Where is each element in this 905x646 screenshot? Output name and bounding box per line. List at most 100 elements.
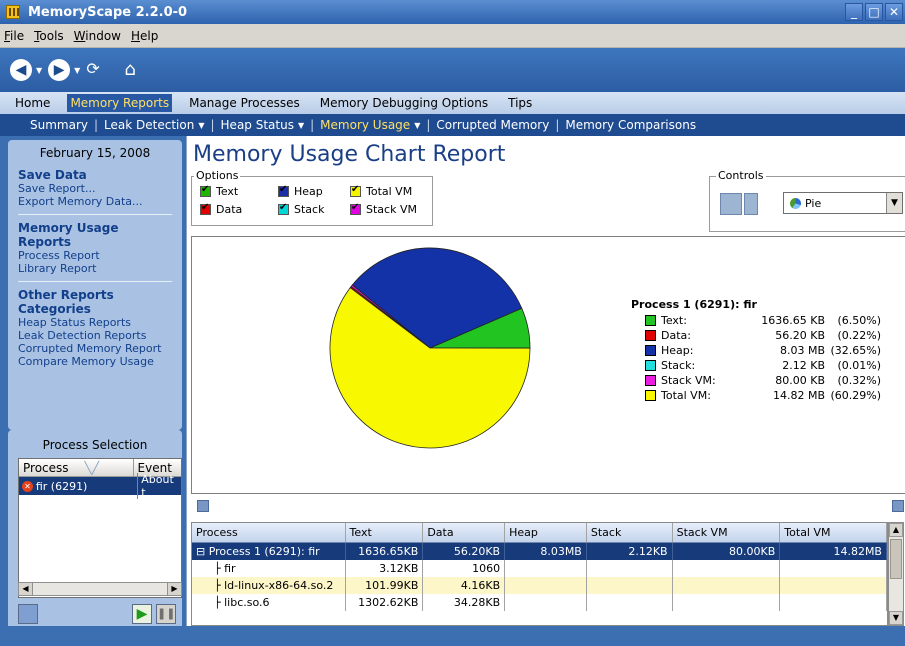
zoom-dropdown-icon[interactable] <box>744 193 758 215</box>
chevron-down-icon[interactable]: ▼ <box>886 193 902 213</box>
total-vm-checkbox[interactable] <box>350 184 361 197</box>
tab-manage-processes[interactable]: Manage Processes <box>186 94 303 112</box>
export-memory-data-link[interactable]: Export Memory Data... <box>18 195 172 208</box>
scroll-right-icon[interactable]: ▶ <box>167 583 181 595</box>
table-cell: 56.20KB <box>423 543 506 560</box>
toolbar: ◀ ▼ ▶ ▼ ⟳ ⌂ <box>0 48 905 92</box>
tab-home[interactable]: Home <box>12 94 53 112</box>
zoom-icon[interactable] <box>720 193 742 215</box>
table-cell: ⊟ Process 1 (6291): fir <box>192 543 346 560</box>
table-cell: 2.12KB <box>587 543 673 560</box>
tab-tips[interactable]: Tips <box>505 94 535 112</box>
subnav-memory-usage[interactable]: Memory Usage <box>320 118 410 132</box>
column-header-stack-vm[interactable]: Stack VM <box>673 523 781 542</box>
menu-help[interactable]: Help <box>131 29 158 43</box>
save-report-link[interactable]: Save Report... <box>18 182 172 195</box>
table-row[interactable]: ├ libc.so.6 1302.62KB 34.28KB <box>192 594 887 611</box>
table-row[interactable]: ├ ld-linux-x86-64.so.2 101.99KB 4.16KB <box>192 577 887 594</box>
chart-legend-title: Process 1 (6291): fir <box>631 298 757 311</box>
column-header-process[interactable]: Process <box>192 523 346 542</box>
table-row[interactable]: ⊟ Process 1 (6291): fir 1636.65KB 56.20KB 8… <box>192 543 887 560</box>
col-process-header[interactable]: Process ╲╱ <box>19 459 134 476</box>
maximize-button[interactable]: □ <box>865 3 883 21</box>
chart-type-select[interactable]: Pie ▼ <box>783 192 903 214</box>
subnav-corrupted-memory[interactable]: Corrupted Memory <box>436 118 549 132</box>
back-dropdown-icon[interactable]: ▼ <box>36 66 42 75</box>
column-header-total-vm[interactable]: Total VM <box>780 523 887 542</box>
home-icon[interactable]: ⌂ <box>124 59 148 81</box>
scroll-thumb[interactable] <box>890 539 902 579</box>
collapse-right-icon[interactable] <box>892 500 904 512</box>
table-cell: 4.16KB <box>423 577 506 594</box>
play-icon[interactable]: ▶ <box>132 604 152 624</box>
collapse-left-icon[interactable] <box>197 500 209 512</box>
column-header-stack[interactable]: Stack <box>587 523 673 542</box>
scroll-left-icon[interactable]: ◀ <box>19 583 33 595</box>
process-report-link[interactable]: Process Report <box>18 249 172 262</box>
leak-detection-reports-link[interactable]: Leak Detection Reports <box>18 329 172 342</box>
page-title: Memory Usage Chart Report <box>193 142 506 167</box>
refresh-icon[interactable]: ⟳ <box>86 59 110 81</box>
table-cell: 1060 <box>423 560 506 577</box>
table-cell: 3.12KB <box>346 560 424 577</box>
back-icon[interactable]: ◀ <box>10 59 32 81</box>
data-checkbox[interactable] <box>200 202 211 215</box>
menu-tools[interactable]: Tools <box>34 29 64 43</box>
process-row[interactable]: ✕ fir (6291) About t <box>19 473 181 499</box>
scroll-down-icon[interactable]: ▼ <box>889 611 903 625</box>
process-settings-icon[interactable] <box>18 604 38 624</box>
dropdown-icon[interactable]: ▼ <box>198 121 204 130</box>
subnav-leak-detection[interactable]: Leak Detection <box>104 118 194 132</box>
option-heap[interactable]: Heap <box>278 184 323 198</box>
table-cell <box>587 560 673 577</box>
table-row[interactable]: ├ fir 3.12KB 1060 <box>192 560 887 577</box>
menu-window[interactable]: Window <box>74 29 121 43</box>
other-reports-heading: Other Reports Categories <box>18 288 114 316</box>
subnav-summary[interactable]: Summary <box>30 118 88 132</box>
option-total-vm[interactable]: Total VM <box>350 184 412 198</box>
legend-swatch <box>645 330 656 341</box>
legend-percent: (0.22%) <box>837 329 881 342</box>
dropdown-icon[interactable]: ▼ <box>298 121 304 130</box>
option-data[interactable]: Data <box>200 202 242 216</box>
legend-percent: (32.65%) <box>830 344 881 357</box>
forward-dropdown-icon[interactable]: ▼ <box>74 66 80 75</box>
subnav-heap-status[interactable]: Heap Status <box>221 118 294 132</box>
horizontal-scrollbar[interactable]: ◀ ▶ <box>18 582 182 596</box>
column-header-data[interactable]: Data <box>423 523 506 542</box>
option-stack-vm[interactable]: Stack VM <box>350 202 417 216</box>
tab-memory-debugging-options[interactable]: Memory Debugging Options <box>317 94 491 112</box>
legend-label: Stack: <box>661 359 696 372</box>
minimize-button[interactable]: _ <box>845 3 863 21</box>
option-stack[interactable]: Stack <box>278 202 324 216</box>
heap-status-reports-link[interactable]: Heap Status Reports <box>18 316 172 329</box>
corrupted-memory-report-link[interactable]: Corrupted Memory Report <box>18 342 172 355</box>
legend-swatch <box>645 315 656 326</box>
legend-label: Stack VM: <box>661 374 716 387</box>
pause-icon[interactable]: ❚❚ <box>156 604 176 624</box>
table-cell <box>780 594 887 611</box>
compare-memory-usage-link[interactable]: Compare Memory Usage <box>18 355 172 368</box>
status-bar <box>0 626 905 646</box>
forward-icon[interactable]: ▶ <box>48 59 71 81</box>
legend-label: Text: <box>661 314 687 327</box>
tab-memory-reports[interactable]: Memory Reports <box>67 94 173 112</box>
legend-swatch <box>645 390 656 401</box>
column-header-heap[interactable]: Heap <box>505 523 587 542</box>
table-cell: ├ ld-linux-x86-64.so.2 <box>192 577 346 594</box>
stack-checkbox[interactable] <box>278 202 289 215</box>
stack-vm-checkbox[interactable] <box>350 202 361 215</box>
vertical-scrollbar[interactable]: ▲ ▼ <box>888 522 904 626</box>
text-checkbox[interactable] <box>200 184 211 197</box>
column-header-text[interactable]: Text <box>346 523 424 542</box>
scroll-up-icon[interactable]: ▲ <box>889 523 903 537</box>
option-text[interactable]: Text <box>200 184 238 198</box>
heap-checkbox[interactable] <box>278 184 289 197</box>
error-icon: ✕ <box>22 480 33 492</box>
menu-file[interactable]: File <box>4 29 24 43</box>
close-button[interactable]: ✕ <box>885 3 903 21</box>
library-report-link[interactable]: Library Report <box>18 262 172 275</box>
subnav-memory-comparisons[interactable]: Memory Comparisons <box>565 118 696 132</box>
dropdown-icon[interactable]: ▼ <box>414 121 420 130</box>
table-cell: 14.82MB <box>780 543 887 560</box>
